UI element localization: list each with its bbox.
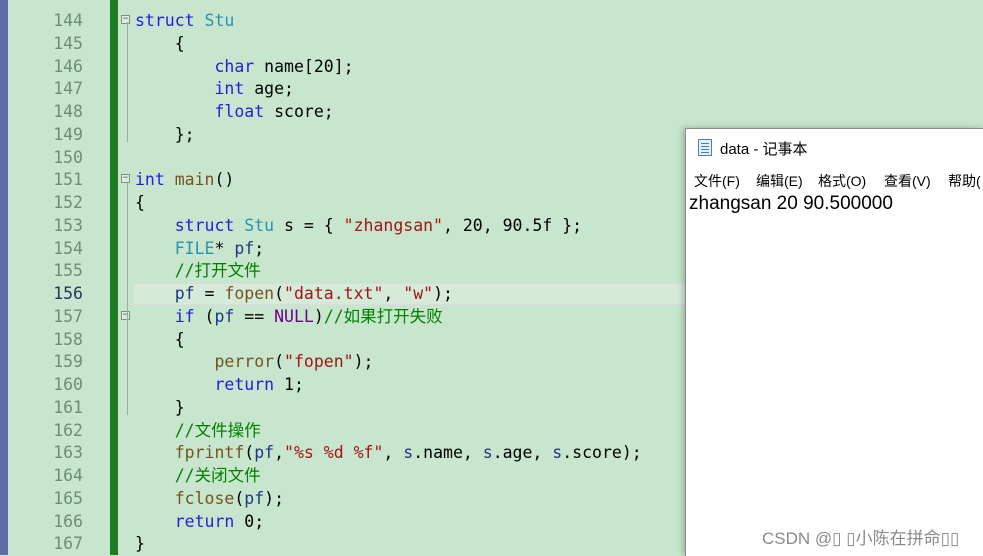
notepad-menu-bar: 文件(F) 编辑(E) 格式(O) 查看(V) 帮助( <box>686 167 983 191</box>
line-number: 162 <box>53 421 83 440</box>
fold-guide <box>127 22 128 142</box>
code-line[interactable]: 147 int age; <box>0 77 983 100</box>
line-number: 146 <box>53 57 83 76</box>
code-text: { <box>135 193 145 212</box>
line-number: 152 <box>53 193 83 212</box>
code-text: fprintf(pf,"%s %d %f", s.name, s.age, s.… <box>174 443 642 462</box>
code-text: struct Stu s = { "zhangsan", 20, 90.5f }… <box>174 216 583 235</box>
fold-toggle-icon[interactable]: − <box>121 174 130 183</box>
code-line[interactable]: 148 float score; <box>0 100 983 123</box>
fold-toggle-icon[interactable]: − <box>121 311 130 320</box>
code-text: fclose(pf); <box>174 489 285 508</box>
line-number: 150 <box>53 148 83 167</box>
code-text: { <box>135 330 185 349</box>
code-text: return 0; <box>174 512 265 531</box>
notepad-icon <box>698 139 712 156</box>
menu-file[interactable]: 文件(F) <box>694 171 740 191</box>
code-line[interactable]: 145 { <box>0 32 983 55</box>
fold-toggle-icon[interactable]: − <box>121 15 130 24</box>
line-number: 153 <box>53 216 83 235</box>
line-number: 156 <box>53 284 83 303</box>
menu-view[interactable]: 查看(V) <box>884 171 931 191</box>
line-number: 163 <box>53 443 83 462</box>
code-text: float score; <box>214 102 334 121</box>
line-number: 145 <box>53 34 83 53</box>
code-text: int age; <box>214 79 294 98</box>
line-number: 157 <box>53 307 83 326</box>
code-text: perror("fopen"); <box>214 352 374 371</box>
menu-help[interactable]: 帮助( <box>948 171 981 191</box>
code-text: if (pf == NULL)//如果打开失败 <box>174 307 443 326</box>
line-number: 144 <box>53 11 83 30</box>
menu-edit[interactable]: 编辑(E) <box>756 171 803 191</box>
menu-format[interactable]: 格式(O) <box>818 171 866 191</box>
code-text: } <box>135 534 145 553</box>
fold-guide <box>127 183 128 415</box>
code-text: pf = fopen("data.txt", "w"); <box>174 284 453 303</box>
line-number: 155 <box>53 261 83 280</box>
code-text: //关闭文件 <box>174 466 261 485</box>
notepad-text-content[interactable]: zhangsan 20 90.500000 <box>689 193 893 215</box>
code-text: //文件操作 <box>174 421 261 440</box>
line-number: 161 <box>53 398 83 417</box>
line-number: 154 <box>53 239 83 258</box>
code-line[interactable]: 146 char name[20]; <box>0 55 983 78</box>
code-text: } <box>135 398 185 417</box>
code-line[interactable]: 144 − struct Stu <box>0 9 983 32</box>
watermark: CSDN @▯ ▯小陈在拼命▯▯ <box>762 529 960 548</box>
code-text: struct Stu <box>135 11 235 30</box>
code-text: int main() <box>135 170 235 189</box>
code-text: { <box>135 34 185 53</box>
line-number: 164 <box>53 466 83 485</box>
code-text: return 1; <box>214 375 304 394</box>
code-text: }; <box>135 125 195 144</box>
notepad-title: data - 记事本 <box>720 141 808 158</box>
line-number: 159 <box>53 352 83 371</box>
line-number: 148 <box>53 102 83 121</box>
line-number: 147 <box>53 79 83 98</box>
line-number: 158 <box>53 330 83 349</box>
code-text: char name[20]; <box>214 57 354 76</box>
line-number: 160 <box>53 375 83 394</box>
notepad-title-bar[interactable]: data - 记事本 <box>686 129 983 165</box>
line-number: 149 <box>53 125 83 144</box>
line-number: 166 <box>53 512 83 531</box>
notepad-window[interactable]: data - 记事本 文件(F) 编辑(E) 格式(O) 查看(V) 帮助( z… <box>685 128 983 556</box>
code-text: FILE* pf; <box>174 239 265 258</box>
code-text: //打开文件 <box>174 261 261 280</box>
line-number: 151 <box>53 170 83 189</box>
line-number: 165 <box>53 489 83 508</box>
line-number: 167 <box>53 534 83 553</box>
